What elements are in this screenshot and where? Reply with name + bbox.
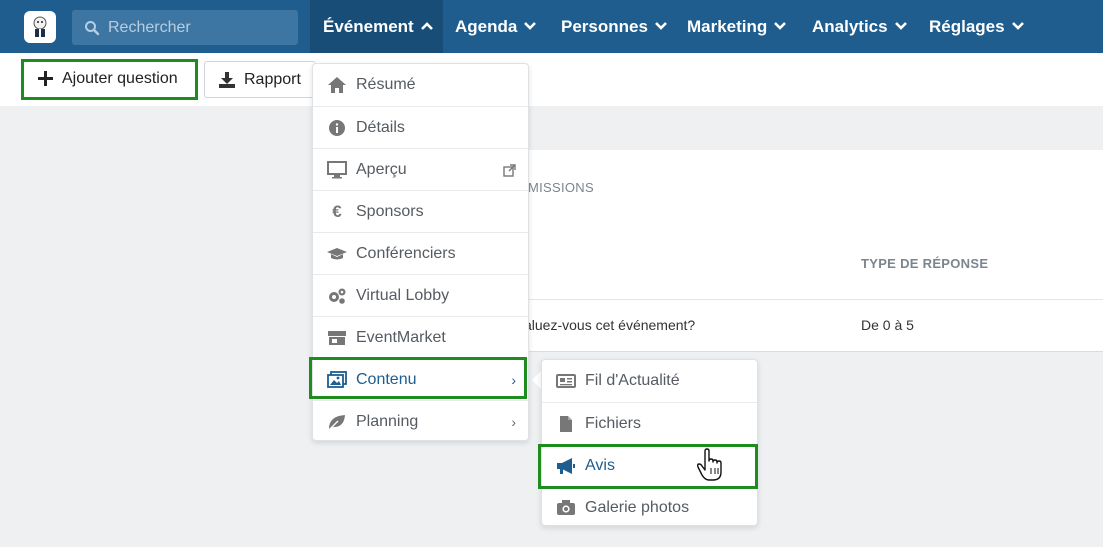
menu-item-label: Aperçu [356,161,407,178]
nav-evenement-label: Événement [323,17,414,36]
menu-item-galerie-photos[interactable]: Galerie photos [542,486,757,528]
menu-item-label: Conférenciers [356,245,456,262]
row-divider [490,299,1103,300]
response-type-value: De 0 à 5 [861,317,914,333]
file-icon [560,416,572,432]
menu-item-virtual-lobby[interactable]: Virtual Lobby [313,274,528,316]
megaphone-icon [557,458,575,474]
home-icon [328,77,346,93]
menu-item-label: EventMarket [356,329,446,346]
nav-agenda[interactable]: Agenda [455,0,537,53]
menu-item-apercu[interactable]: Aperçu [313,148,528,190]
nav-personnes-label: Personnes [561,17,648,36]
column-header-response-type: TYPE DE RÉPONSE [861,256,989,271]
report-button[interactable]: Rapport [204,61,316,98]
camera-icon [557,500,575,515]
report-label: Rapport [244,71,301,88]
plus-icon [38,71,53,86]
download-icon [219,72,235,88]
top-navbar: Événement Agenda Personnes Marketing Ana… [0,0,1103,53]
external-link-icon [503,149,516,193]
chevron-right-icon: › [511,372,516,388]
gears-icon [329,288,346,304]
menu-item-fil-actualite[interactable]: Fil d'Actualité [542,360,757,402]
add-question-button[interactable]: Ajouter question [24,61,194,98]
app-logo[interactable] [24,11,56,43]
nav-personnes[interactable]: Personnes [561,0,668,53]
menu-item-label: Contenu [356,371,417,388]
menu-item-label: Fil d'Actualité [585,372,680,389]
search-input[interactable] [108,10,292,45]
chevron-down-icon [1011,22,1024,30]
menu-item-label: Détails [356,119,405,136]
menu-item-planning[interactable]: Planning › [313,400,528,442]
questions-card: MISSIONS TYPE DE RÉPONSE aluez-vous cet … [490,150,1103,352]
monitor-icon [327,161,347,179]
chevron-down-icon [774,22,787,30]
nav-marketing[interactable]: Marketing [687,0,787,53]
nav-agenda-label: Agenda [455,17,518,36]
chevron-down-icon [655,22,667,30]
menu-item-conferenciers[interactable]: Conférenciers [313,232,528,274]
question-text: aluez-vous cet événement? [524,317,696,333]
nav-reglages[interactable]: Réglages [929,0,1025,53]
search-box[interactable] [72,10,298,45]
menu-item-label: Galerie photos [585,499,690,516]
menu-item-avis[interactable]: Avis [542,444,757,486]
menu-item-label: Fichiers [585,415,642,432]
section-label: MISSIONS [528,180,594,195]
menu-item-eventmarket[interactable]: EventMarket [313,316,528,358]
search-icon [85,21,100,36]
evenement-dropdown: Résumé Détails Aperçu € Sponsors Confére… [312,63,529,441]
chevron-down-icon [894,22,907,30]
newspaper-icon [556,374,576,388]
menu-item-label: Virtual Lobby [356,287,450,304]
nav-analytics-label: Analytics [812,17,888,36]
graduation-cap-icon [327,248,347,260]
menu-item-label: Planning [356,413,419,430]
hand-cursor-icon [696,448,722,481]
chevron-right-icon: › [511,414,516,430]
menu-item-fichiers[interactable]: Fichiers [542,402,757,444]
menu-item-label: Résumé [356,76,416,93]
menu-item-details[interactable]: Détails [313,106,528,148]
menu-item-label: Avis [585,457,615,474]
store-icon [328,331,346,345]
nav-marketing-label: Marketing [687,17,768,36]
menu-item-label: Sponsors [356,203,424,220]
euro-icon: € [332,202,342,221]
chevron-up-icon [420,22,433,30]
logo-icon [33,16,47,37]
nav-analytics[interactable]: Analytics [812,0,908,53]
nav-reglages-label: Réglages [929,17,1005,36]
info-icon [329,120,345,136]
images-icon [327,371,347,388]
add-question-label: Ajouter question [62,70,178,87]
leaf-icon [328,415,345,431]
chevron-down-icon [524,22,537,30]
nav-evenement[interactable]: Événement [310,0,443,53]
menu-item-sponsors[interactable]: € Sponsors [313,190,528,232]
menu-item-resume[interactable]: Résumé [313,64,528,106]
menu-item-contenu[interactable]: Contenu › [313,358,528,400]
contenu-submenu: Fil d'Actualité Fichiers Avis Galerie ph… [541,359,758,526]
